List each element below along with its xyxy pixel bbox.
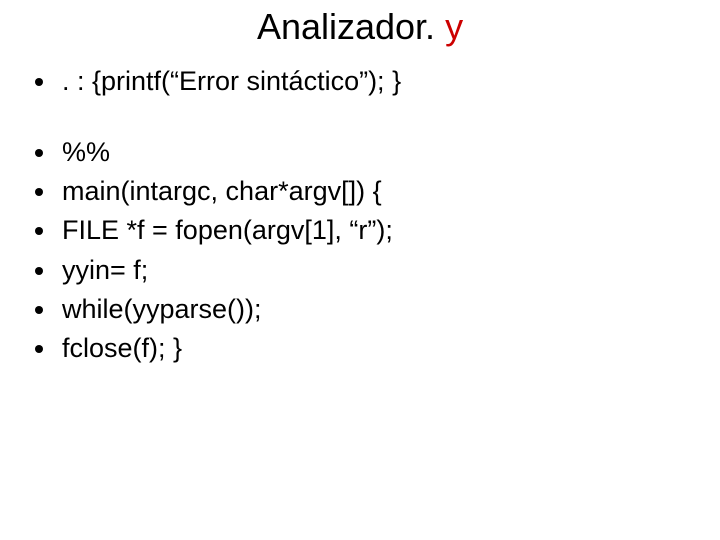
title-prefix: Analizador.	[257, 6, 445, 47]
bullet-list: . : {printf(“Error sintáctico”); } %% ma…	[36, 62, 696, 368]
list-item: FILE *f = fopen(argv[1], “r”);	[58, 211, 696, 250]
list-item: yyin= f;	[58, 251, 696, 290]
list-item: while(yyparse());	[58, 290, 696, 329]
list-item: %%	[58, 133, 696, 172]
slide-title: Analizador. y	[24, 6, 696, 48]
list-item: . : {printf(“Error sintáctico”); }	[58, 62, 696, 101]
list-item: fclose(f); }	[58, 329, 696, 368]
list-item: main(intargc, char*argv[]) {	[58, 172, 696, 211]
slide: Analizador. y . : {printf(“Error sintáct…	[0, 0, 720, 540]
title-highlight: y	[445, 6, 463, 47]
list-gap	[58, 101, 696, 133]
